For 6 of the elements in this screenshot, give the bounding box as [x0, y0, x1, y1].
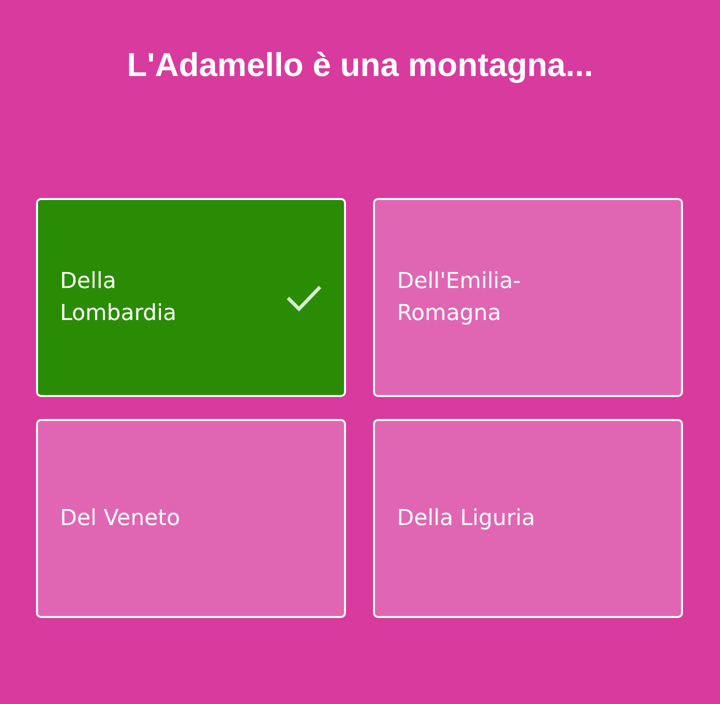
question-title: L'Adamello è una montagna... [126, 46, 594, 84]
answer-button[interactable]: Del Veneto [36, 419, 346, 618]
answer-button[interactable]: Della Liguria [373, 419, 683, 618]
answer-button[interactable]: Dell'Emilia-Romagna [373, 198, 683, 397]
checkmark-icon [286, 284, 322, 312]
answer-button[interactable]: Della Lombardia [36, 198, 346, 397]
